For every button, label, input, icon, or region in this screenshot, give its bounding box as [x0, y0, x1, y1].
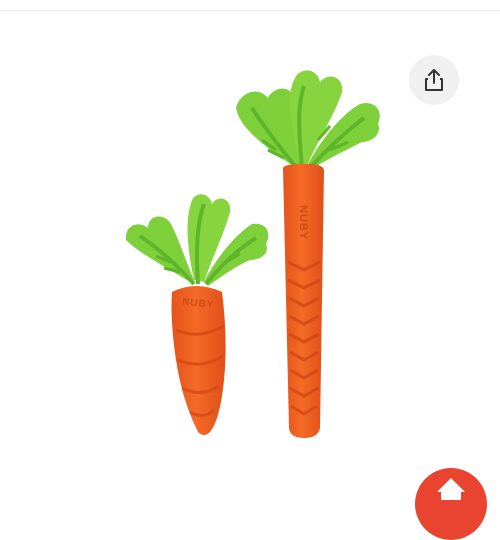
home-icon: [437, 478, 465, 500]
short-carrot-teether: NUBY: [125, 194, 269, 435]
share-icon: [425, 69, 443, 91]
tall-carrot-leaves: [236, 70, 380, 172]
short-carrot-leaves: [125, 194, 269, 286]
tall-carrot-brand: NUBY: [297, 205, 309, 240]
floating-action-button[interactable]: [415, 468, 487, 540]
share-button[interactable]: [409, 55, 459, 105]
